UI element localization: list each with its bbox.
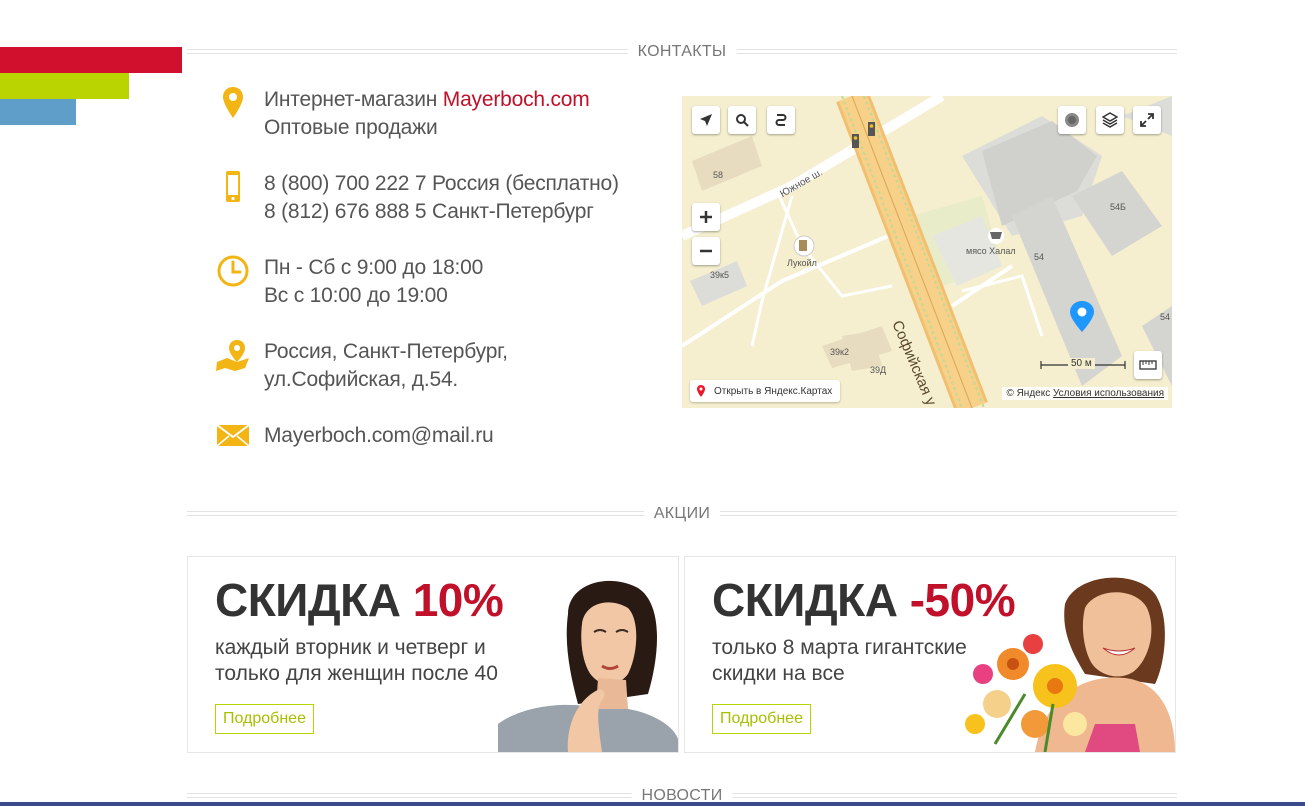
map-search-button[interactable] [728, 106, 756, 134]
hours-sunday: Вс с 10:00 до 19:00 [264, 284, 448, 307]
ruler-icon [1139, 360, 1157, 370]
promo-card-50[interactable]: СКИДКА -50% только 8 марта гигантские ск… [684, 556, 1176, 753]
map-layers-button[interactable] [1096, 106, 1124, 134]
promo-title: АКЦИИ [643, 504, 721, 524]
promo-title-text: СКИДКА [215, 574, 413, 626]
map-label-meat: мясо Халал [966, 246, 1016, 256]
hours-weekdays: Пн - Сб с 9:00 до 18:00 [264, 256, 484, 279]
envelope-icon [213, 422, 253, 456]
decor-stripe-red [0, 47, 182, 73]
map-fullscreen-button[interactable] [1133, 106, 1161, 134]
promo-card-10[interactable]: СКИДКА 10% каждый вторник и четверг и то… [187, 556, 679, 753]
map-label-39d: 39Д [870, 365, 887, 375]
open-in-yandex-maps-link[interactable]: Открыть в Яндекс.Картах [690, 380, 841, 402]
map-label-54b: 54Б [1110, 202, 1126, 212]
map-label-54: 54 [1034, 252, 1045, 262]
promo-description: каждый вторник и четверг и только для же… [215, 636, 498, 685]
yandex-pin-icon [697, 385, 705, 397]
wholesale-text: Оптовые продажи [264, 116, 438, 139]
email-link[interactable]: Mayerboch.com@mail.ru [264, 422, 494, 450]
map-label-lukoil: Лукойл [787, 258, 817, 268]
clock-icon [213, 254, 253, 288]
phone-1[interactable]: 8 (800) 700 222 7 Россия (бесплатно) [264, 170, 619, 198]
scale-label: 50 м [1068, 358, 1095, 369]
promo-more-button[interactable]: Подробнее [712, 704, 811, 734]
map-label-39k5: 39к5 [710, 270, 729, 280]
contact-address: Россия, Санкт-Петербург, ул.Софийская, д… [213, 338, 508, 394]
map-scale: 50 м [1040, 358, 1126, 372]
map-label-58: 58 [713, 170, 724, 180]
map-geolocate-button[interactable] [692, 106, 720, 134]
route-icon [775, 114, 787, 126]
map-traffic-button[interactable] [1058, 106, 1086, 134]
map-label-39k2: 39к2 [830, 347, 849, 357]
contacts-title: КОНТАКТЫ [627, 42, 737, 62]
map-copyright: © Яндекс [1006, 388, 1051, 399]
map-zoom-out-button[interactable] [692, 237, 720, 265]
contact-email: Mayerboch.com@mail.ru [213, 422, 494, 456]
phone-2[interactable]: 8 (812) 676 888 5 Санкт-Петербург [264, 198, 619, 226]
address-line-2: ул.Софийская, д.54. [264, 368, 459, 391]
promo-percent: -50% [909, 574, 1016, 626]
layers-icon [1102, 112, 1118, 128]
map-route-button[interactable] [767, 106, 795, 134]
traffic-icon [1065, 113, 1079, 127]
shop-brand-link[interactable]: Mayerboch.com [443, 88, 590, 111]
map-pin-icon [213, 338, 253, 372]
address-line-1: Россия, Санкт-Петербург, [264, 340, 508, 363]
map-zoom-in-button[interactable] [692, 203, 720, 231]
navigation-arrow-icon [700, 114, 712, 126]
decor-stripe-green [0, 73, 129, 99]
plus-icon [700, 211, 712, 223]
minus-icon [700, 249, 712, 253]
decor-stripe-blue [0, 99, 76, 125]
promo-headline: СКИДКА 10% [215, 571, 504, 629]
expand-icon [1140, 113, 1154, 127]
promo-section-heading: АКЦИИ [187, 504, 1177, 524]
yandex-map[interactable]: 58 Южное ш. Лукойл мясо Халал 54Б 54 54 … [682, 96, 1172, 408]
contact-hours: Пн - Сб с 9:00 до 18:00 Вс с 10:00 до 19… [213, 254, 483, 310]
promo-more-button[interactable]: Подробнее [215, 704, 314, 734]
phone-icon [213, 170, 253, 204]
map-terms-link[interactable]: Условия использования [1053, 388, 1164, 399]
bottom-edge-bar [0, 802, 1305, 806]
woman-thinking-photo [498, 580, 678, 752]
shop-prefix: Интернет-магазин [264, 88, 443, 111]
promo-headline: СКИДКА -50% [712, 571, 1016, 629]
map-ruler-button[interactable] [1134, 351, 1162, 379]
promo-percent: 10% [412, 574, 504, 626]
contact-shop: Интернет-магазин Mayerboch.com Оптовые п… [213, 86, 590, 142]
open-in-yandex-maps-label: Открыть в Яндекс.Картах [714, 385, 833, 397]
contacts-section-heading: КОНТАКТЫ [187, 42, 1177, 62]
search-icon [736, 114, 749, 127]
contact-phones: 8 (800) 700 222 7 Россия (бесплатно) 8 (… [213, 170, 619, 226]
map-attribution: © Яндекс Условия использования [1002, 387, 1168, 400]
promo-description: только 8 марта гигантские скидки на все [712, 636, 967, 685]
promo-title-text: СКИДКА [712, 574, 910, 626]
location-pin-icon [213, 86, 253, 120]
map-label-54-right: 54 [1160, 312, 1171, 322]
